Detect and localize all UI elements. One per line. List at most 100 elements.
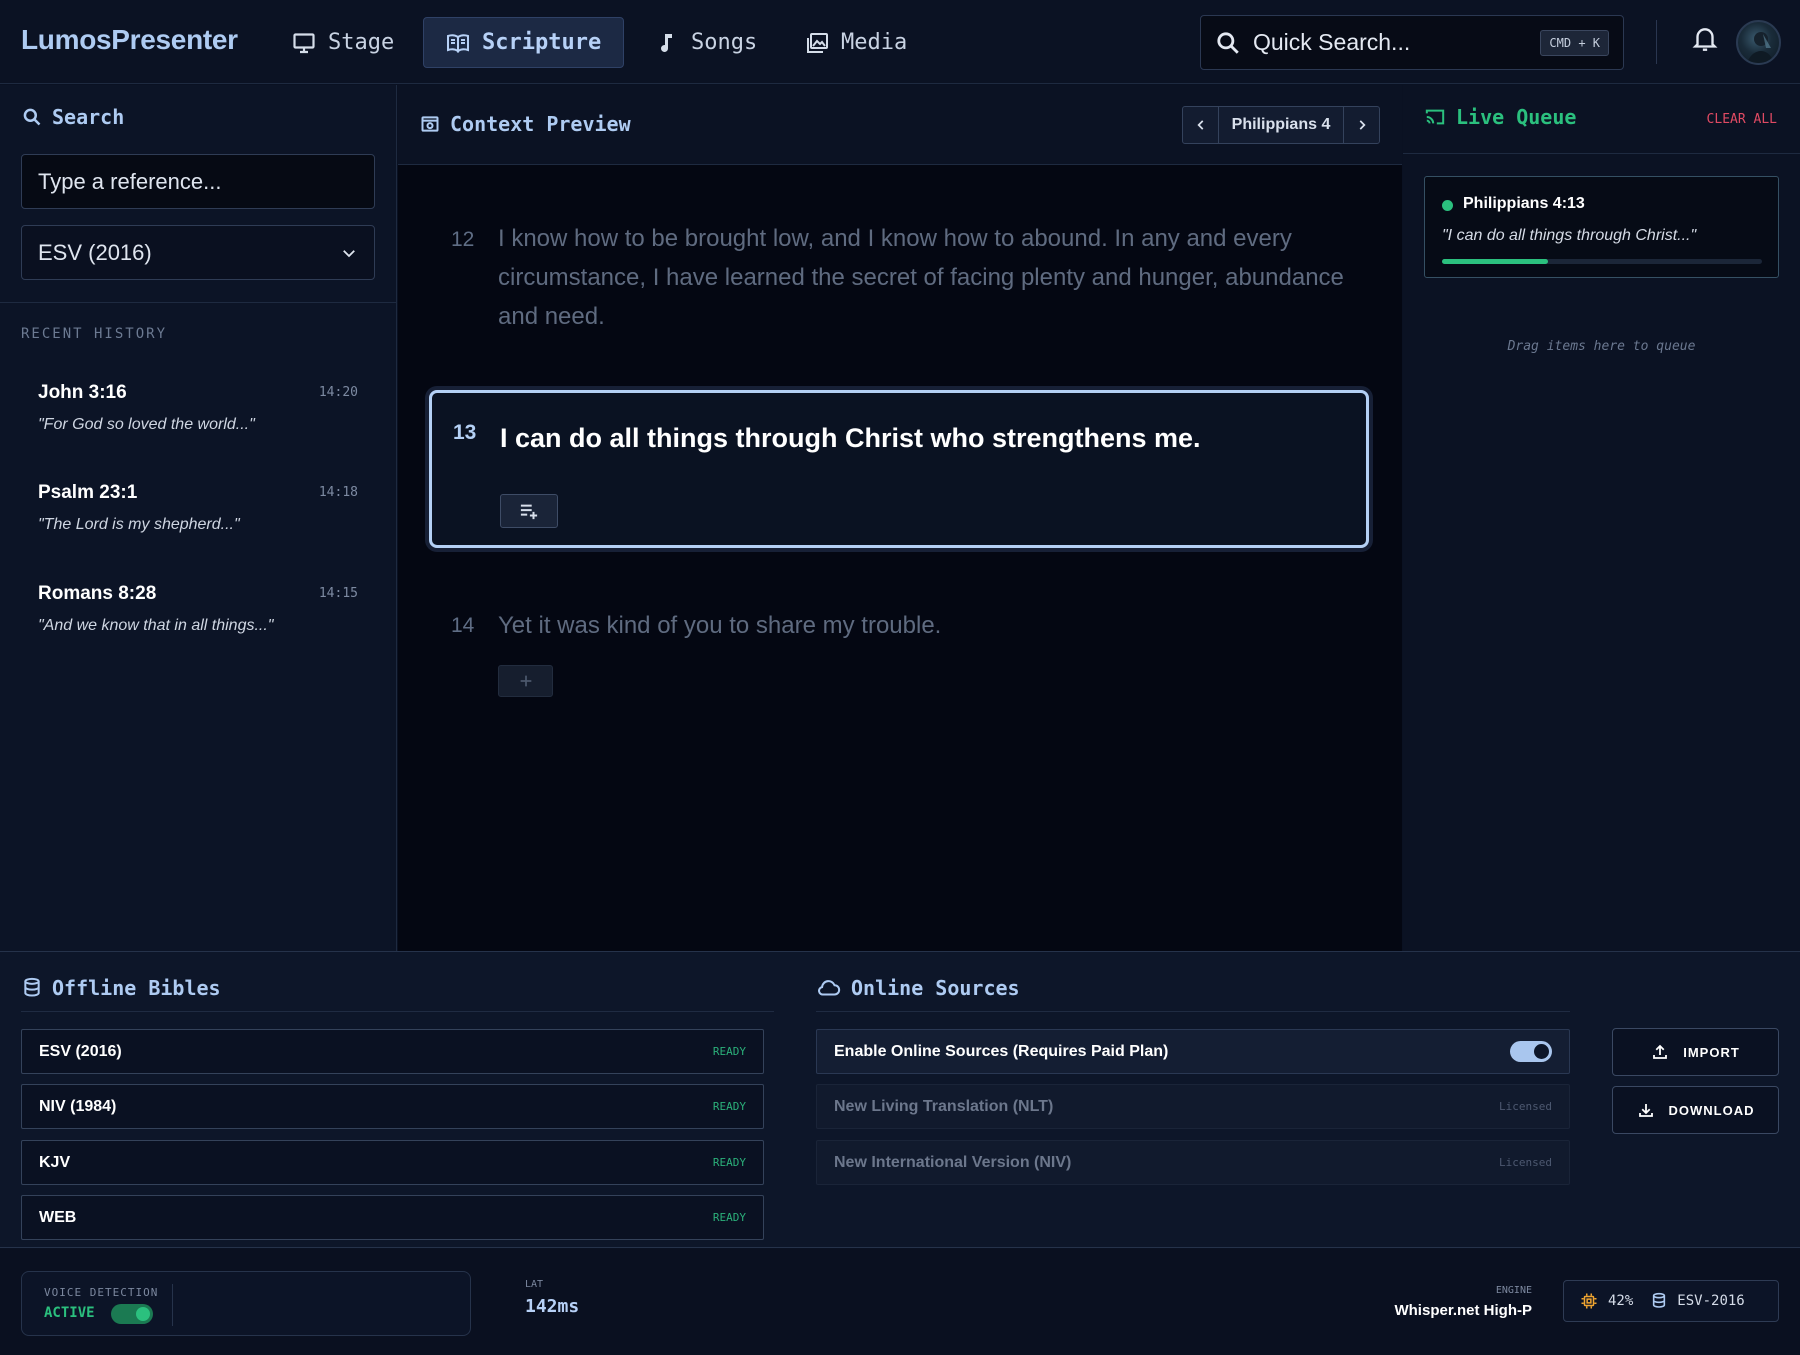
chevron-left-icon [1196, 120, 1203, 130]
import-button[interactable]: IMPORT [1612, 1028, 1779, 1076]
bell-icon[interactable] [1692, 24, 1718, 54]
history-item[interactable]: Psalm 23:1 14:18 "The Lord is my shepher… [38, 482, 358, 562]
app-logo[interactable]: LumosPresenter [21, 24, 238, 56]
top-bar: LumosPresenter Stage Scripture Songs Med… [0, 0, 1800, 84]
latency-label: LAT [525, 1279, 544, 1290]
live-queue-title: Live Queue [1456, 105, 1577, 129]
nav-tab-scripture[interactable]: Scripture [423, 17, 625, 68]
nav-tab-songs[interactable]: Songs [633, 17, 779, 68]
cloud-icon [818, 980, 841, 996]
upload-icon [1653, 1044, 1668, 1059]
drag-hint: Drag items here to queue [1507, 339, 1696, 354]
import-label: IMPORT [1683, 1044, 1740, 1060]
context-title-group: Context Preview [420, 112, 631, 136]
offline-bible-row[interactable]: ESV (2016) READY [21, 1029, 764, 1074]
status-bar: VOICE DETECTION ACTIVE LAT 142ms ENGINE … [0, 1249, 1800, 1355]
add-to-queue-button[interactable] [498, 665, 553, 697]
plus-icon [520, 675, 531, 687]
nav-tab-label: Scripture [482, 30, 602, 55]
online-sources-title: Online Sources [851, 976, 1020, 1000]
history-item[interactable]: John 3:16 14:20 "For God so loved the wo… [38, 382, 358, 462]
nav-tab-label: Media [841, 30, 908, 55]
nav-tab-label: Stage [328, 30, 395, 55]
divider [0, 302, 397, 303]
download-button[interactable]: DOWNLOAD [1612, 1086, 1779, 1134]
verse-text: Yet it was kind of you to share my troub… [498, 612, 942, 639]
verse-number: 12 [451, 228, 475, 251]
translation-select[interactable]: ESV (2016) [21, 225, 375, 280]
search-sidebar: Search Type a reference... ESV (2016) RE… [0, 85, 397, 951]
history-time: 14:15 [318, 586, 358, 601]
nav-tab-label: Songs [691, 30, 758, 55]
reference-input-placeholder: Type a reference... [38, 168, 222, 194]
history-time: 14:20 [318, 385, 358, 400]
reference-input[interactable]: Type a reference... [21, 154, 375, 209]
history-item[interactable]: Romans 8:28 14:15 "And we know that in a… [38, 583, 358, 663]
online-source-row[interactable]: New Living Translation (NLT) Licensed [816, 1084, 1570, 1129]
cast-icon [1425, 109, 1445, 125]
book-open-icon [447, 33, 469, 53]
status-badge: READY [712, 1045, 746, 1058]
verse-number: 13 [453, 421, 477, 444]
prev-chapter-button[interactable] [1183, 107, 1219, 143]
nav-tab-media[interactable]: Media [783, 17, 929, 68]
queue-progress-bar [1442, 259, 1762, 264]
voice-detection-state: ACTIVE [44, 1305, 95, 1321]
online-sources-header: Online Sources [817, 976, 1020, 1000]
user-avatar[interactable] [1736, 20, 1781, 65]
preview-icon [421, 116, 439, 132]
system-status-box: 42% ESV-2016 [1563, 1280, 1779, 1322]
image-stack-icon [807, 32, 828, 53]
search-panel-header: Search [22, 105, 124, 129]
live-queue-header: Live Queue [1424, 105, 1576, 129]
search-panel-title: Search [52, 105, 125, 129]
header-divider [1656, 20, 1657, 64]
offline-bibles-title: Offline Bibles [52, 976, 221, 1000]
queue-item-ref: Philippians 4:13 [1463, 195, 1585, 212]
offline-bibles-header: Offline Bibles [22, 976, 221, 1000]
engine-value: Whisper.net High-P [1394, 1302, 1532, 1319]
status-badge: READY [712, 1156, 746, 1169]
verse-number: 14 [451, 614, 475, 637]
quick-search-bar[interactable]: Quick Search... CMD + K [1200, 15, 1624, 70]
divider [816, 1011, 1570, 1012]
engine-label: ENGINE [1495, 1285, 1532, 1296]
source-name: New Living Translation (NLT) [834, 1097, 1054, 1115]
history-quote: "And we know that in all things..." [38, 617, 274, 634]
offline-bible-row[interactable]: KJV READY [21, 1140, 764, 1185]
history-quote: "For God so loved the world..." [38, 416, 255, 433]
offline-bible-row[interactable]: NIV (1984) READY [21, 1084, 764, 1129]
voice-detection-toggle[interactable] [111, 1304, 153, 1324]
history-quote: "The Lord is my shepherd..." [38, 516, 240, 533]
clear-all-button[interactable]: CLEAR ALL [1707, 112, 1777, 127]
download-icon [1638, 1104, 1653, 1117]
live-indicator-dot [1442, 200, 1453, 211]
license-badge: Licensed [1499, 1156, 1552, 1169]
add-to-queue-button[interactable] [500, 494, 558, 528]
live-queue-panel: Live Queue CLEAR ALL Philippians 4:13 "I… [1403, 85, 1800, 951]
search-icon [1217, 31, 1239, 54]
bible-sources-panel: Offline Bibles ESV (2016) READY NIV (198… [0, 951, 1800, 1248]
source-name: New International Version (NIV) [834, 1153, 1072, 1171]
offline-bible-row[interactable]: WEB READY [21, 1195, 764, 1240]
verse-13-selected[interactable]: 13 I can do all things through Christ wh… [429, 390, 1369, 548]
bible-name: ESV (2016) [39, 1042, 122, 1060]
active-bible: ESV-2016 [1677, 1293, 1745, 1309]
chapter-navigator: Philippians 4 [1182, 106, 1380, 144]
enable-online-label: Enable Online Sources (Requires Paid Pla… [834, 1042, 1169, 1060]
monitor-icon [293, 32, 315, 53]
latency-value: 142ms [525, 1296, 580, 1317]
nav-tab-stage[interactable]: Stage [270, 17, 416, 68]
translation-select-value: ESV (2016) [38, 239, 152, 265]
cpu-usage: 42% [1608, 1293, 1634, 1309]
verse-text: I know how to be brought low, and I know… [498, 225, 1344, 330]
status-badge: READY [712, 1211, 746, 1224]
queue-progress-fill [1442, 259, 1548, 264]
voice-detection-label: VOICE DETECTION [44, 1286, 159, 1299]
queue-item[interactable]: Philippians 4:13 "I can do all things th… [1424, 176, 1779, 278]
next-chapter-button[interactable] [1343, 107, 1379, 143]
online-sources-toggle[interactable] [1510, 1041, 1552, 1062]
online-source-row[interactable]: New International Version (NIV) Licensed [816, 1140, 1570, 1185]
search-icon [23, 108, 41, 126]
toggle-knob [136, 1307, 150, 1321]
